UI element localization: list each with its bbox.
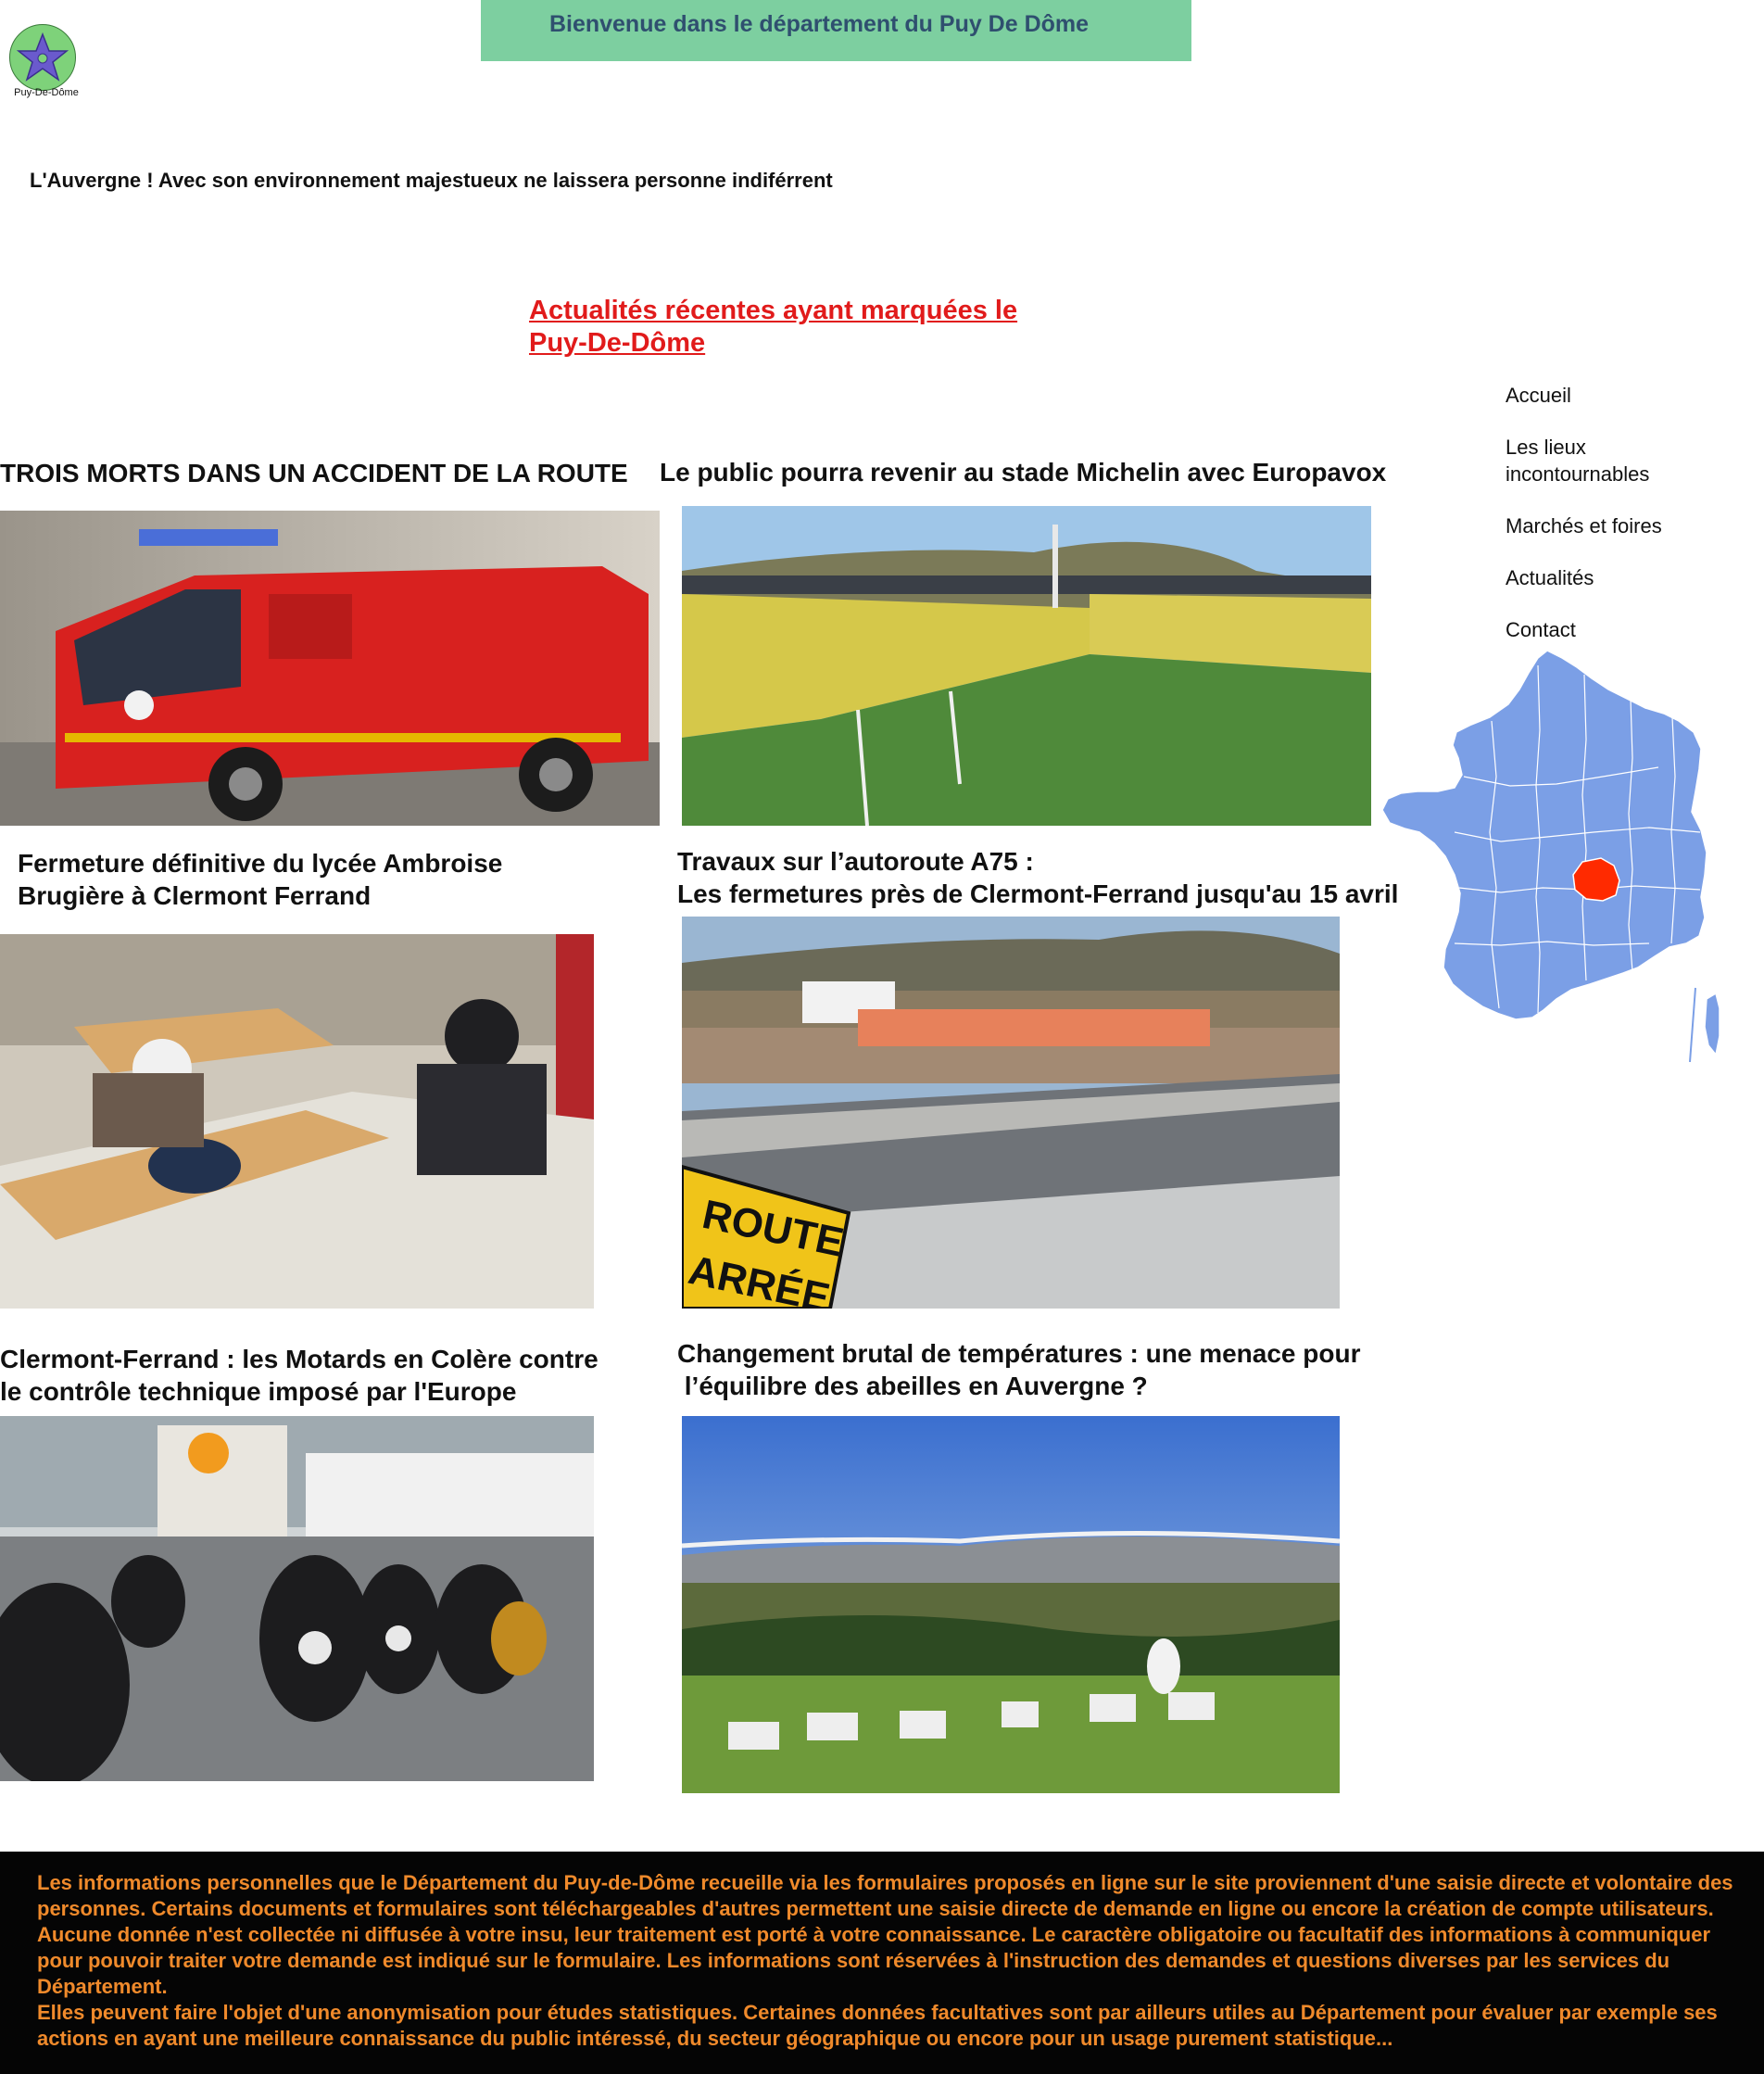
news-title-motards[interactable]: Clermont-Ferrand : les Motards en Colère… — [0, 1343, 598, 1408]
star-icon — [12, 27, 73, 88]
section-title-line1: Actualités récentes ayant marquées le — [529, 296, 1018, 325]
main-navigation: Accueil Les lieux incontournables Marchés… — [1506, 382, 1728, 668]
beehives-photo[interactable] — [682, 1416, 1340, 1793]
nav-lieux-line1: Les lieux — [1506, 436, 1586, 459]
classroom-photo[interactable] — [0, 934, 594, 1309]
fire-truck-photo[interactable] — [0, 511, 660, 826]
banner-title: Bienvenue dans le département du Puy De … — [548, 10, 1090, 37]
puy-de-dome-highlight[interactable] — [1572, 857, 1620, 902]
news-section-title[interactable]: Actualités récentes ayant marquées le Pu… — [529, 295, 1029, 360]
news-title-lycee[interactable]: Fermeture définitive du lycée Ambroise B… — [18, 847, 502, 912]
france-mainland-shape — [1381, 650, 1707, 1020]
motorcycles-photo[interactable] — [0, 1416, 594, 1781]
news-title-a75-line1: Travaux sur l’autoroute A75 : — [677, 847, 1034, 876]
tagline: L'Auvergne ! Avec son environnement maje… — [30, 169, 833, 192]
nav-marches-foires[interactable]: Marchés et foires — [1506, 512, 1728, 539]
nav-lieux-incontournables[interactable]: Les lieux incontournables — [1506, 434, 1728, 487]
france-map — [1381, 650, 1720, 1062]
news-title-lycee-line1: Fermeture définitive du lycée Ambroise — [18, 849, 503, 878]
nav-lieux-line2: incontournables — [1506, 462, 1650, 486]
news-title-a75-line2: Les fermetures près de Clermont-Ferrand … — [677, 879, 1399, 908]
stadium-photo[interactable] — [682, 506, 1371, 826]
logo-caption: Puy-De-Dôme — [14, 87, 79, 98]
news-title-abeilles[interactable]: Changement brutal de températures : une … — [677, 1337, 1361, 1402]
corsica-shape — [1704, 992, 1720, 1056]
news-title-motards-line2: le contrôle technique imposé par l'Europ… — [0, 1377, 517, 1406]
section-title-line2: Puy-De-Dôme — [529, 328, 706, 358]
nav-actualites[interactable]: Actualités — [1506, 564, 1728, 591]
department-logo[interactable] — [9, 24, 76, 91]
privacy-paragraph-2: Elles peuvent faire l'objet d'une anonym… — [37, 2001, 1718, 2050]
map-divider — [1689, 987, 1696, 1062]
nav-accueil[interactable]: Accueil — [1506, 382, 1728, 409]
news-title-abeilles-line2: l’équilibre des abeilles en Auvergne ? — [677, 1372, 1148, 1400]
news-title-accident[interactable]: TROIS MORTS DANS UN ACCIDENT DE LA ROUTE — [0, 457, 628, 489]
news-title-motards-line1: Clermont-Ferrand : les Motards en Colère… — [0, 1345, 598, 1373]
news-title-stadium[interactable]: Le public pourra revenir au stade Michel… — [660, 456, 1386, 488]
news-title-abeilles-line1: Changement brutal de températures : une … — [677, 1339, 1361, 1368]
roadworks-photo[interactable]: ROUTE ARRÉE — [682, 917, 1340, 1309]
news-title-a75[interactable]: Travaux sur l’autoroute A75 : Les fermet… — [677, 845, 1398, 910]
privacy-notice: Les informations personnelles que le Dép… — [37, 1870, 1751, 2052]
privacy-paragraph-1: Les informations personnelles que le Dép… — [37, 1871, 1733, 1998]
nav-contact[interactable]: Contact — [1506, 616, 1728, 643]
news-title-lycee-line2: Brugière à Clermont Ferrand — [18, 881, 372, 910]
